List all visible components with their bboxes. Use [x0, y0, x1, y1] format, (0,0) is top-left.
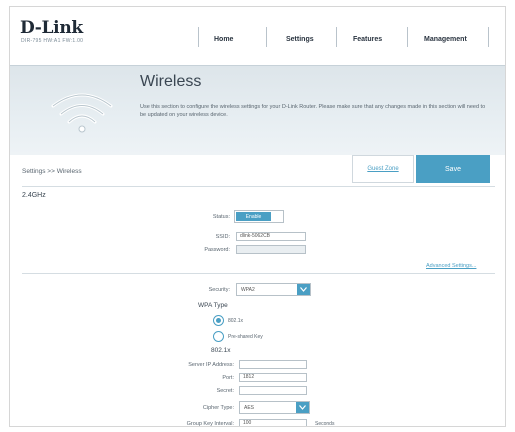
- chevron-down-icon[interactable]: [297, 284, 310, 295]
- cipher-type-select[interactable]: AES: [239, 401, 310, 414]
- nav-management-label[interactable]: Management: [424, 36, 467, 43]
- nav-management[interactable]: Management: [424, 32, 467, 46]
- page-description: Use this section to configure the wirele…: [140, 104, 486, 118]
- wpa-type-heading: WPA Type: [198, 302, 228, 309]
- router-admin-window: D-Link DIR-795 HW:A1 FW:1.00 Home Settin…: [9, 6, 506, 427]
- port-input[interactable]: 1812: [239, 373, 307, 382]
- group-key-unit: Seconds: [315, 421, 335, 427]
- status-toggle-on: Enable: [236, 212, 271, 221]
- guest-zone-link[interactable]: Guest Zone: [352, 155, 414, 183]
- nav-home-label[interactable]: Home: [214, 36, 233, 43]
- cipher-type-label: Cipher Type:: [202, 405, 234, 411]
- radio-8021x-label[interactable]: 802.1x: [228, 318, 243, 324]
- nav-separator: [266, 27, 267, 47]
- ssid-input[interactable]: dlink-5062CB: [236, 232, 306, 241]
- nav-separator: [336, 27, 337, 47]
- radio-8021x[interactable]: [213, 315, 224, 326]
- radio-pre-shared-key[interactable]: [213, 331, 224, 342]
- nav-separator: [488, 27, 489, 47]
- band-heading: 2.4GHz: [22, 192, 46, 199]
- toolbar-row: Settings >> Wireless Guest Zone Save: [10, 155, 505, 185]
- nav-settings-label[interactable]: Settings: [286, 36, 314, 43]
- security-label: Security:: [208, 287, 230, 293]
- port-label: Port:: [222, 375, 234, 381]
- group-key-interval-label: Group Key Interval:: [186, 421, 234, 427]
- cipher-type-value: AES: [244, 405, 255, 411]
- status-toggle[interactable]: Enable: [234, 210, 284, 223]
- radius-heading: 802.1x: [211, 347, 231, 354]
- nav-separator: [198, 27, 199, 47]
- breadcrumb[interactable]: Settings >> Wireless: [22, 168, 82, 175]
- top-bar: D-Link DIR-795 HW:A1 FW:1.00 Home Settin…: [10, 7, 505, 65]
- server-ip-input[interactable]: [239, 360, 307, 369]
- password-input[interactable]: [236, 245, 306, 254]
- nav-separator: [407, 27, 408, 47]
- secret-label: Secret:: [216, 388, 234, 394]
- nav-settings[interactable]: Settings: [286, 32, 314, 46]
- password-label: Password:: [204, 247, 230, 253]
- divider: [22, 186, 495, 187]
- divider: [22, 273, 495, 274]
- wifi-icon: [51, 93, 113, 133]
- group-key-interval-input[interactable]: 100: [239, 419, 307, 426]
- secret-input[interactable]: [239, 386, 307, 395]
- status-label: Status:: [212, 214, 230, 220]
- save-button[interactable]: Save: [416, 155, 490, 183]
- advanced-settings-link[interactable]: Advanced Settings...: [426, 263, 476, 269]
- nav-home[interactable]: Home: [214, 32, 233, 46]
- dlink-logo[interactable]: D-Link: [20, 18, 83, 38]
- server-ip-label: Server IP Address:: [188, 362, 234, 368]
- nav-features-label[interactable]: Features: [353, 36, 382, 43]
- chevron-down-icon[interactable]: [296, 402, 309, 413]
- radio-pre-shared-key-label[interactable]: Pre-shared Key: [228, 334, 263, 340]
- nav-features[interactable]: Features: [353, 32, 382, 46]
- security-select-value: WPA2: [241, 287, 255, 293]
- model-info: DIR-795 HW:A1 FW:1.00: [21, 38, 84, 44]
- ssid-label: SSID:: [215, 234, 230, 240]
- security-select[interactable]: WPA2: [236, 283, 311, 296]
- page-banner: Wireless Use this section to configure t…: [10, 65, 505, 155]
- page-title: Wireless: [140, 73, 202, 90]
